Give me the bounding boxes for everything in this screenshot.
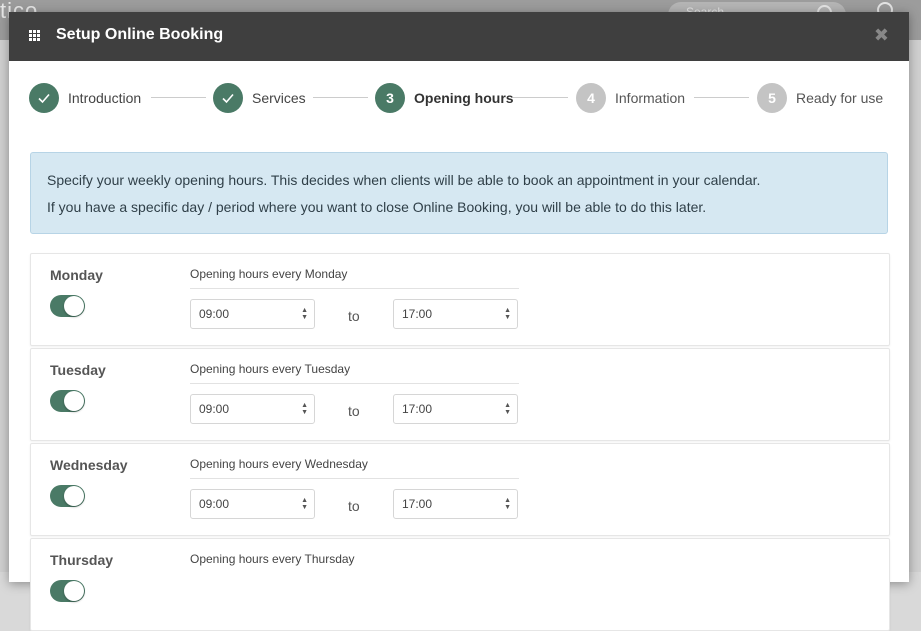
day-caption: Opening hours every Tuesday — [190, 362, 351, 376]
step-information[interactable]: 4 Information — [576, 82, 685, 114]
open-time-select-wednesday[interactable]: 09:00 ▲ ▼ — [190, 489, 315, 519]
toggle-knob — [64, 486, 84, 506]
select-arrows-icon: ▲ ▼ — [301, 402, 308, 416]
day-toggle-wednesday[interactable] — [50, 485, 85, 507]
day-toggle-thursday[interactable] — [50, 580, 85, 602]
day-name: Wednesday — [50, 457, 128, 473]
modal-header: Setup Online Booking ✖ — [9, 12, 909, 61]
modal-title: Setup Online Booking — [56, 26, 224, 43]
select-arrows-icon: ▲ ▼ — [301, 497, 308, 511]
day-name: Thursday — [50, 552, 114, 568]
step-connector — [694, 97, 749, 98]
to-label: to — [348, 498, 360, 514]
open-time-select-monday[interactable]: 09:00 ▲ ▼ — [190, 299, 315, 329]
day-card-wednesday: Wednesday Opening hours every Wednesday … — [30, 443, 890, 536]
close-time-value: 17:00 — [402, 402, 433, 416]
day-caption: Opening hours every Monday — [190, 267, 348, 281]
step-connector — [513, 97, 568, 98]
step-label: Introduction — [68, 90, 142, 106]
day-toggle-tuesday[interactable] — [50, 390, 85, 412]
close-time-value: 17:00 — [402, 307, 433, 321]
step-label: Services — [252, 90, 306, 106]
to-label: to — [348, 403, 360, 419]
select-arrows-icon: ▲ ▼ — [504, 307, 511, 321]
close-time-value: 17:00 — [402, 497, 433, 511]
day-name: Monday — [50, 267, 103, 283]
day-caption: Opening hours every Thursday — [190, 552, 355, 566]
step-number: 3 — [375, 83, 405, 113]
select-arrows-icon: ▲ ▼ — [301, 307, 308, 321]
day-card-monday: Monday Opening hours every Monday 09:00 … — [30, 253, 890, 346]
select-arrows-icon: ▲ ▼ — [504, 497, 511, 511]
divider — [190, 288, 519, 289]
day-caption: Opening hours every Wednesday — [190, 457, 368, 471]
check-icon — [213, 83, 243, 113]
select-arrows-icon: ▲ ▼ — [504, 402, 511, 416]
close-time-select-monday[interactable]: 17:00 ▲ ▼ — [393, 299, 518, 329]
setup-online-booking-modal: Setup Online Booking ✖ Introduction Serv… — [9, 12, 909, 631]
info-line-2: If you have a specific day / period wher… — [47, 199, 707, 215]
check-icon — [29, 83, 59, 113]
info-line-1: Specify your weekly opening hours. This … — [47, 172, 761, 188]
step-introduction[interactable]: Introduction — [29, 82, 141, 114]
close-time-select-tuesday[interactable]: 17:00 ▲ ▼ — [393, 394, 518, 424]
step-label: Ready for use — [796, 90, 884, 106]
open-time-value: 09:00 — [199, 497, 230, 511]
open-time-select-tuesday[interactable]: 09:00 ▲ ▼ — [190, 394, 315, 424]
day-card-thursday: Thursday Opening hours every Thursday — [30, 538, 890, 631]
step-connector — [151, 97, 206, 98]
grid-icon — [29, 30, 40, 41]
close-icon[interactable]: ✖ — [874, 25, 889, 45]
info-alert: Specify your weekly opening hours. This … — [30, 152, 888, 234]
divider — [190, 383, 519, 384]
day-card-tuesday: Tuesday Opening hours every Tuesday 09:0… — [30, 348, 890, 441]
toggle-knob — [64, 581, 84, 601]
step-ready-for-use[interactable]: 5 Ready for use — [757, 82, 883, 114]
step-label: Information — [615, 90, 686, 106]
step-opening-hours[interactable]: 3 Opening hours — [375, 82, 514, 114]
day-name: Tuesday — [50, 362, 106, 378]
to-label: to — [348, 308, 360, 324]
divider — [190, 478, 519, 479]
step-label: Opening hours — [414, 90, 514, 106]
open-time-value: 09:00 — [199, 307, 230, 321]
close-time-select-wednesday[interactable]: 17:00 ▲ ▼ — [393, 489, 518, 519]
wizard-stepper: Introduction Services 3 Opening hours 4 … — [29, 82, 889, 114]
open-time-value: 09:00 — [199, 402, 230, 416]
step-number: 5 — [757, 83, 787, 113]
step-number: 4 — [576, 83, 606, 113]
day-toggle-monday[interactable] — [50, 295, 85, 317]
step-connector — [313, 97, 368, 98]
step-services[interactable]: Services — [213, 82, 306, 114]
toggle-knob — [64, 391, 84, 411]
toggle-knob — [64, 296, 84, 316]
